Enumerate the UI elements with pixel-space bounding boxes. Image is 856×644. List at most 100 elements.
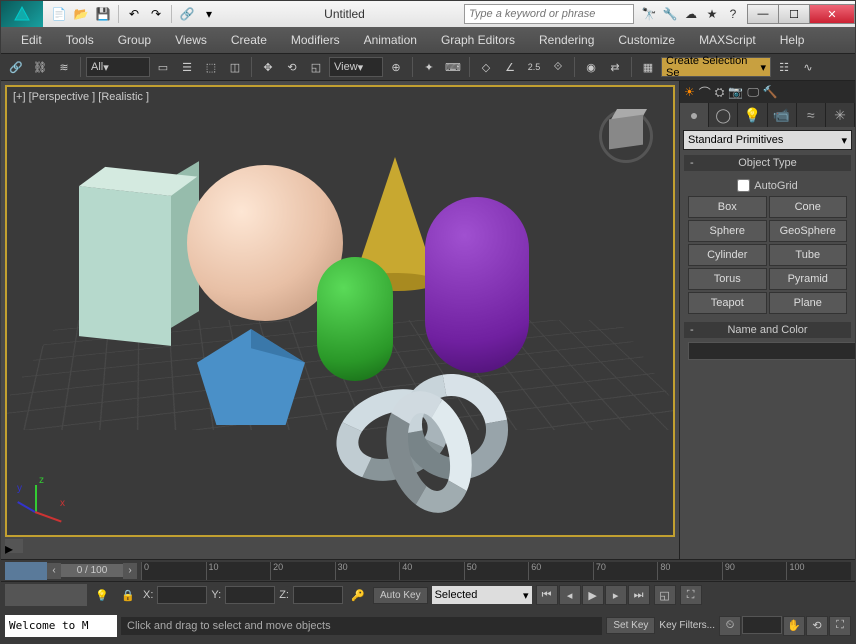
new-file-icon[interactable]: 📄 — [49, 4, 69, 24]
viewport-label[interactable]: [+] [Perspective ] [Realistic ] — [13, 91, 149, 103]
link-tool-icon[interactable]: 🔗 — [5, 56, 27, 78]
object-name-input[interactable] — [688, 342, 855, 360]
object-box[interactable] — [79, 186, 171, 346]
script-listener[interactable]: Welcome to M — [5, 615, 117, 637]
primitive-cone[interactable]: Cone — [769, 196, 848, 218]
key-icon[interactable]: 🔑 — [347, 584, 369, 606]
primitive-teapot[interactable]: Teapot — [688, 292, 767, 314]
category-dropdown[interactable]: Standard Primitives▾ — [683, 130, 852, 150]
pan-view-icon[interactable]: ✋ — [783, 616, 805, 636]
maximize-viewport-icon[interactable]: ⛶ — [829, 616, 851, 636]
key-mode-dropdown[interactable]: Selected▾ — [432, 586, 532, 604]
layer-manager-icon[interactable]: ☷ — [773, 56, 795, 78]
object-capsule-large[interactable] — [425, 197, 529, 373]
viewport[interactable]: [+] [Perspective ] [Realistic ] — [5, 85, 675, 537]
menu-graph-editors[interactable]: Graph Editors — [429, 30, 527, 50]
keyboard-icon[interactable]: ⌨ — [442, 56, 464, 78]
named-sel-icon[interactable]: ◉ — [580, 56, 602, 78]
tab-lights-icon[interactable]: 💡 — [738, 103, 767, 127]
object-capsule-small[interactable] — [317, 257, 393, 381]
unlink-tool-icon[interactable]: ⛓ — [29, 56, 51, 78]
selection-set-dropdown[interactable]: Create Selection Se ▾ — [661, 57, 771, 77]
camera-icon[interactable]: 📷 — [728, 85, 743, 99]
viewport-tab-toggle[interactable]: ▸ — [5, 539, 23, 553]
open-file-icon[interactable]: 📂 — [71, 4, 91, 24]
close-button[interactable]: ✕ — [809, 4, 855, 24]
select-region-icon[interactable]: ⬚ — [200, 56, 222, 78]
isolate-icon[interactable]: ◱ — [654, 585, 676, 605]
utilities-icon[interactable]: 🔨 — [763, 85, 778, 99]
orbit-view-icon[interactable]: ⟲ — [806, 616, 828, 636]
selection-filter-dropdown[interactable]: All ▾ — [86, 57, 150, 77]
pivot-icon[interactable]: ⊕ — [385, 56, 407, 78]
link-icon[interactable]: 🔗 — [177, 4, 197, 24]
search-input[interactable] — [464, 4, 634, 24]
tools-icon[interactable]: 🔧 — [661, 5, 679, 23]
percent-snap-icon[interactable]: 2.5 — [523, 56, 545, 78]
x-coord-input[interactable] — [157, 586, 207, 604]
setkey-button[interactable]: Set Key — [606, 617, 655, 634]
menu-create[interactable]: Create — [219, 30, 279, 50]
time-ruler[interactable]: 010 2030 4050 6070 8090 100 — [141, 562, 851, 580]
display-icon[interactable]: 🖵 — [747, 85, 759, 100]
primitive-sphere[interactable]: Sphere — [688, 220, 767, 242]
menu-help[interactable]: Help — [768, 30, 817, 50]
y-coord-input[interactable] — [225, 586, 275, 604]
save-file-icon[interactable]: 💾 — [93, 4, 113, 24]
tab-cameras-icon[interactable]: 📹 — [768, 103, 797, 127]
mirror-icon[interactable]: ⇄ — [604, 56, 626, 78]
time-slider[interactable]: ‹ 0 / 100 › — [47, 563, 137, 579]
object-torus-knot[interactable] — [325, 367, 533, 515]
primitive-pyramid[interactable]: Pyramid — [769, 268, 848, 290]
rollout-header-name-color[interactable]: -Name and Color — [684, 322, 851, 338]
lock-selection-icon[interactable]: 🔒 — [117, 584, 139, 606]
menu-modifiers[interactable]: Modifiers — [279, 30, 352, 50]
rotate-tool-icon[interactable]: ⟲ — [281, 56, 303, 78]
tab-spacewarps-icon[interactable]: ✳ — [826, 103, 855, 127]
minimize-button[interactable]: — — [747, 4, 779, 24]
menu-maxscript[interactable]: MAXScript — [687, 30, 768, 50]
time-next-icon[interactable]: › — [123, 563, 137, 579]
undo-icon[interactable]: ↶ — [124, 4, 144, 24]
tab-helpers-icon[interactable]: ≈ — [797, 103, 826, 127]
qat-dropdown-icon[interactable]: ▾ — [199, 4, 219, 24]
zoom-extents-icon[interactable]: ⛶ — [680, 585, 702, 605]
ref-coord-dropdown[interactable]: View ▾ — [329, 57, 383, 77]
primitive-geosphere[interactable]: GeoSphere — [769, 220, 848, 242]
z-coord-input[interactable] — [293, 586, 343, 604]
align-icon[interactable]: ▦ — [637, 56, 659, 78]
scale-tool-icon[interactable]: ◱ — [305, 56, 327, 78]
key-filters-button[interactable]: Key Filters... — [659, 620, 715, 631]
time-config-icon[interactable]: ⏲ — [719, 616, 741, 636]
snap-toggle-icon[interactable]: ◇ — [475, 56, 497, 78]
help-icon[interactable]: ? — [724, 5, 742, 23]
arc-icon[interactable]: ⌒ — [699, 84, 711, 101]
time-prev-icon[interactable]: ‹ — [47, 563, 61, 579]
menu-views[interactable]: Views — [163, 30, 219, 50]
viewcube[interactable] — [595, 105, 657, 167]
lights-icon[interactable]: ⛭ — [715, 85, 725, 100]
menu-rendering[interactable]: Rendering — [527, 30, 606, 50]
goto-start-icon[interactable]: ⏮ — [536, 585, 558, 605]
menu-animation[interactable]: Animation — [352, 30, 429, 50]
primitive-tube[interactable]: Tube — [769, 244, 848, 266]
angle-snap-icon[interactable]: ∠ — [499, 56, 521, 78]
menu-group[interactable]: Group — [106, 30, 163, 50]
mini-curve-view[interactable] — [5, 584, 87, 606]
manipulate-icon[interactable]: ✦ — [418, 56, 440, 78]
select-name-icon[interactable]: ☰ — [176, 56, 198, 78]
tab-shapes-icon[interactable]: ◯ — [709, 103, 738, 127]
track-bar-thumbnail[interactable] — [5, 562, 47, 580]
next-frame-icon[interactable]: ▸ — [605, 585, 627, 605]
window-crossing-icon[interactable]: ◫ — [224, 56, 246, 78]
select-icon[interactable]: ▭ — [152, 56, 174, 78]
autokey-button[interactable]: Auto Key — [373, 587, 428, 604]
spinner-snap-icon[interactable]: ⟐ — [547, 56, 569, 78]
current-frame-input[interactable] — [742, 616, 782, 634]
tab-geometry-icon[interactable]: ● — [680, 103, 709, 127]
rollout-header-object-type[interactable]: -Object Type — [684, 155, 851, 171]
primitive-cylinder[interactable]: Cylinder — [688, 244, 767, 266]
primitive-box[interactable]: Box — [688, 196, 767, 218]
play-icon[interactable]: ▶ — [582, 585, 604, 605]
redo-icon[interactable]: ↷ — [146, 4, 166, 24]
